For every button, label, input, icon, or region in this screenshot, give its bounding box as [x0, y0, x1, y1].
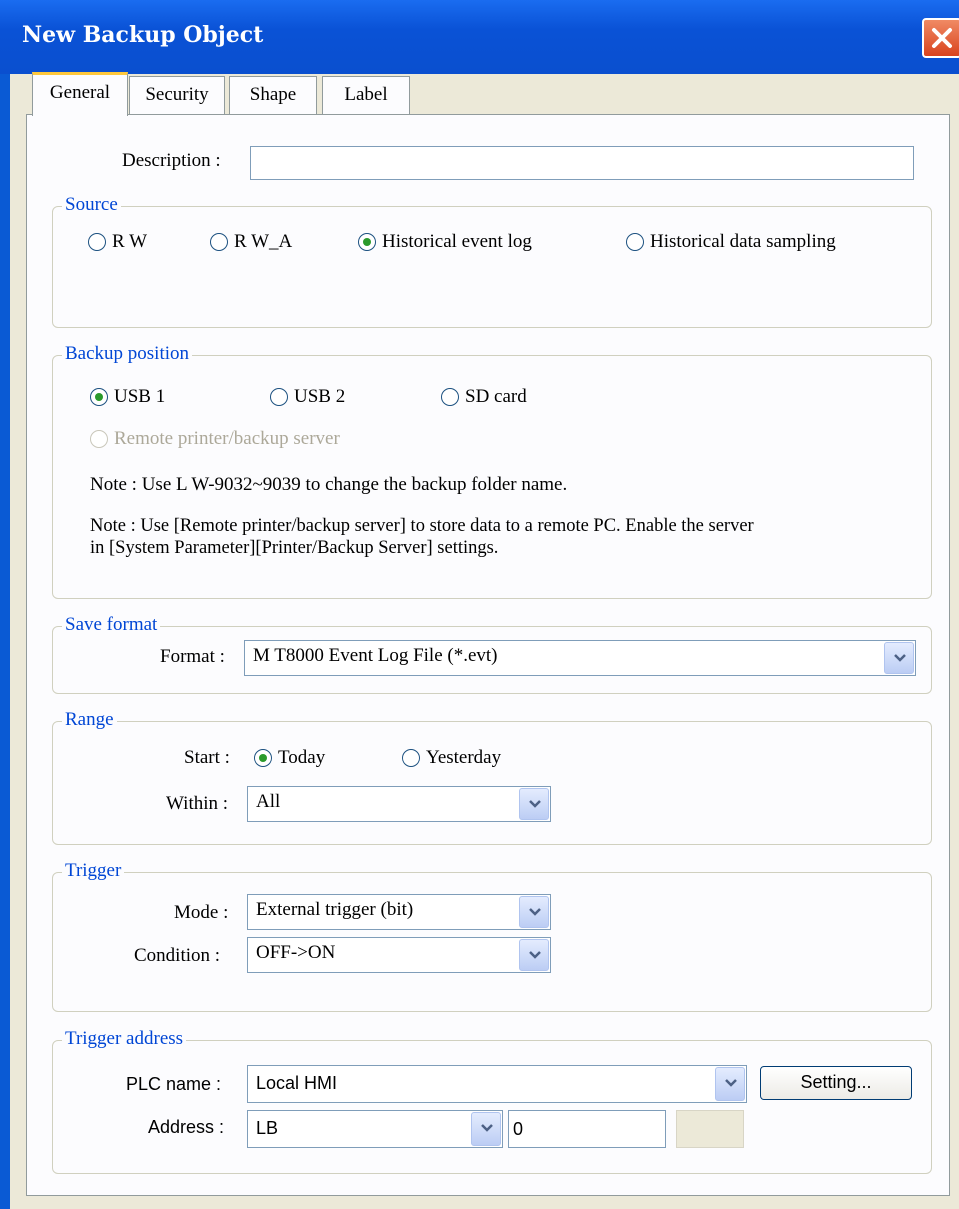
radio-dot: [210, 233, 228, 251]
tab-label-text: Label: [344, 84, 388, 105]
backup-note-2-line-1: Note : Use [Remote printer/backup server…: [90, 516, 754, 536]
chevron-down-icon: [529, 951, 541, 959]
radio-label: Remote printer/backup server: [114, 428, 340, 449]
format-dropdown[interactable]: M T8000 Event Log File (*.evt): [244, 640, 916, 676]
radio-dot: [270, 388, 288, 406]
chevron-down-icon: [481, 1124, 493, 1132]
chevron-down-icon: [894, 654, 906, 662]
chevron-down-icon: [725, 1079, 737, 1087]
source-group: [52, 206, 932, 328]
tab-label: General: [49, 82, 111, 103]
plc-name-dropdown[interactable]: Local HMI: [247, 1065, 747, 1103]
mode-dropdown[interactable]: External trigger (bit): [247, 894, 551, 930]
description-field[interactable]: [250, 146, 914, 180]
condition-dropdown[interactable]: OFF->ON: [247, 937, 551, 973]
plc-name-label: PLC name :: [126, 1074, 222, 1094]
radio-label: R W: [112, 231, 148, 252]
radio-label: USB 1: [114, 386, 166, 407]
mode-label: Mode :: [174, 902, 229, 923]
range-group: [52, 721, 932, 845]
title-bar[interactable]: New Backup Object: [0, 0, 959, 74]
range-legend: Range: [62, 709, 117, 731]
save-format-legend: Save format: [62, 614, 161, 636]
radio-dot: [626, 233, 644, 251]
tab-general[interactable]: General: [32, 72, 128, 116]
plc-name-value: Local HMI: [256, 1073, 338, 1093]
backup-note-1: Note : Use L W-9032~9039 to change the b…: [90, 474, 568, 495]
dropdown-button[interactable]: [471, 1112, 501, 1146]
address-label: Address :: [148, 1117, 225, 1137]
source-legend: Source: [62, 194, 121, 216]
setting-button-label: Setting...: [800, 1072, 872, 1092]
radio-label: R W_A: [234, 231, 293, 252]
radio-label: Yesterday: [426, 747, 502, 768]
backup-note-2-line-2: in [System Parameter][Printer/Backup Ser…: [90, 538, 499, 558]
radio-dot: [90, 430, 108, 448]
address-value-field[interactable]: 0: [508, 1110, 666, 1148]
radio-dot-selected: [254, 749, 272, 767]
close-button[interactable]: [922, 18, 959, 58]
address-type-value: LB: [256, 1118, 279, 1138]
chevron-down-icon: [529, 800, 541, 808]
setting-button[interactable]: Setting...: [760, 1066, 912, 1100]
radio-label: Today: [278, 747, 326, 768]
radio-dot: [402, 749, 420, 767]
tab-label[interactable]: Label: [322, 76, 410, 114]
dropdown-button[interactable]: [519, 788, 549, 820]
chevron-down-icon: [529, 908, 541, 916]
radio-label: USB 2: [294, 386, 346, 407]
trigger-address-legend: Trigger address: [62, 1028, 187, 1050]
radio-label: Historical data sampling: [650, 231, 836, 252]
tab-label: Security: [145, 84, 209, 105]
within-dropdown[interactable]: All: [247, 786, 551, 822]
window-title: New Backup Object: [22, 22, 264, 48]
close-icon: [932, 28, 952, 48]
address-suffix-field: [676, 1110, 744, 1148]
trigger-address-group: [52, 1040, 932, 1174]
radio-dot: [88, 233, 106, 251]
radio-dot-selected: [358, 233, 376, 251]
tab-shape[interactable]: Shape: [229, 76, 317, 114]
dropdown-button[interactable]: [519, 896, 549, 928]
radio-dot-selected: [90, 388, 108, 406]
radio-label: SD card: [465, 386, 527, 407]
radio-label: Historical event log: [382, 231, 532, 252]
dropdown-button[interactable]: [519, 939, 549, 971]
start-label: Start :: [184, 747, 230, 768]
format-value: M T8000 Event Log File (*.evt): [253, 645, 498, 666]
dropdown-button[interactable]: [884, 642, 914, 674]
description-label: Description :: [122, 150, 221, 171]
radio-dot: [441, 388, 459, 406]
trigger-legend: Trigger: [62, 860, 125, 882]
dropdown-button[interactable]: [715, 1067, 745, 1101]
address-type-dropdown[interactable]: LB: [247, 1110, 503, 1148]
mode-value: External trigger (bit): [256, 899, 414, 920]
backup-position-legend: Backup position: [62, 343, 193, 365]
condition-label: Condition :: [134, 945, 221, 966]
condition-value: OFF->ON: [256, 942, 336, 963]
within-label: Within :: [166, 793, 229, 814]
format-label: Format :: [160, 646, 225, 667]
within-value: All: [256, 791, 281, 812]
tab-label: Shape: [249, 84, 297, 105]
tab-security[interactable]: Security: [129, 76, 225, 114]
